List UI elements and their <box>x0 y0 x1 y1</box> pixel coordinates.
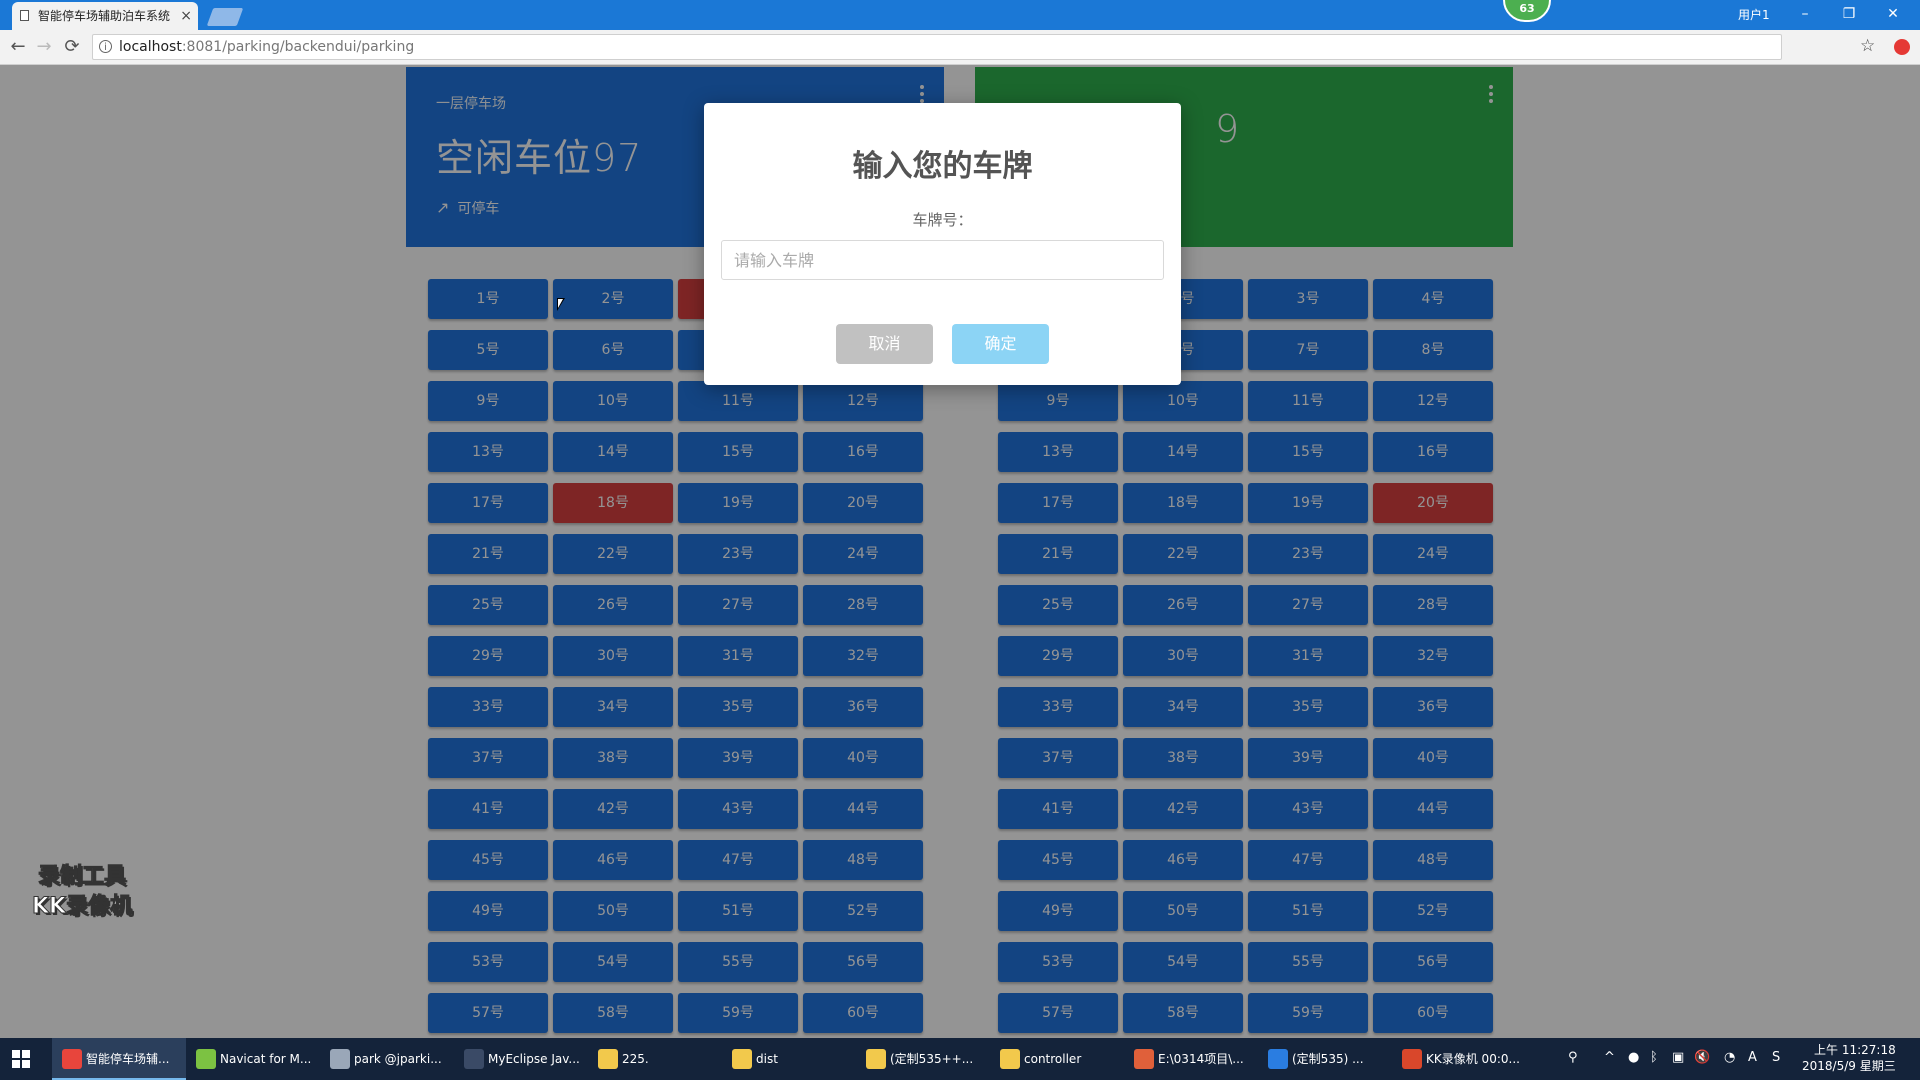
taskbar-item[interactable]: park @jparki... <box>320 1038 454 1080</box>
tray-monitor-icon[interactable]: ▣ <box>1672 1050 1684 1068</box>
plate-field-label: 车牌号： <box>912 211 973 229</box>
taskbar-item[interactable]: dist <box>722 1038 856 1080</box>
taskbar-item[interactable]: E:\0314项目\... <box>1124 1038 1258 1080</box>
taskbar-item[interactable]: (定制535) ... <box>1258 1038 1392 1080</box>
taskbar-app-icon <box>1134 1049 1154 1069</box>
sogou-icon[interactable]: S <box>1772 1050 1780 1068</box>
plate-input-dialog: 输入您的车牌 车牌号： 取消 确定 <box>704 103 1181 385</box>
page-icon <box>20 10 29 21</box>
confirm-button[interactable]: 确定 <box>952 324 1050 364</box>
watermark-line2: KK录像机 <box>31 894 133 920</box>
taskbar-app-icon <box>1268 1049 1288 1069</box>
taskbar-app-icon <box>330 1049 350 1069</box>
restore-button[interactable]: ❐ <box>1829 2 1869 26</box>
taskbar-app-icon <box>464 1049 484 1069</box>
taskbar-item[interactable]: 智能停车场辅... <box>52 1038 186 1080</box>
taskbar-item-label: Navicat for M... <box>220 1052 312 1066</box>
bookmark-star-icon[interactable]: ☆ <box>1860 36 1875 56</box>
taskbar-item[interactable]: MyEclipse Jav... <box>454 1038 588 1080</box>
new-tab-button[interactable] <box>206 8 244 26</box>
taskbar-app-icon <box>1000 1049 1020 1069</box>
taskbar-item-label: (定制535) ... <box>1292 1052 1364 1066</box>
windows-start-icon[interactable] <box>12 1050 30 1068</box>
taskbar-app-icon <box>62 1049 82 1069</box>
back-arrow-icon[interactable]: ← <box>6 35 30 59</box>
minimize-button[interactable]: – <box>1785 2 1825 26</box>
url-path: :8081/parking/backendui/parking <box>181 39 415 55</box>
taskbar-app-icon <box>598 1049 618 1069</box>
profile-user-label[interactable]: 用户1 <box>1738 6 1770 23</box>
recorder-watermark: 录制工具 KK录像机 <box>31 862 133 922</box>
address-bar-row: ← → ⟳ i localhost:8081/parking/backendui… <box>0 30 1920 65</box>
notification-badge: 63 <box>1503 0 1551 22</box>
tab-title: 智能停车场辅助泊车系统 <box>38 9 171 23</box>
tray-app-icon[interactable]: ● <box>1628 1050 1639 1068</box>
taskbar-item-label: MyEclipse Jav... <box>488 1052 580 1066</box>
volume-mute-icon[interactable]: 🔇 <box>1694 1050 1710 1068</box>
dialog-title: 输入您的车牌 <box>852 149 1033 184</box>
people-icon[interactable]: ⚲ <box>1568 1050 1578 1068</box>
watermark-line1: 录制工具 <box>38 864 127 890</box>
taskbar-item-label: KK录像机 00:0... <box>1426 1052 1520 1066</box>
taskbar-item-label: 智能停车场辅... <box>86 1052 170 1066</box>
input-method-icon[interactable]: A <box>1748 1050 1757 1068</box>
bluetooth-icon[interactable]: ᛒ <box>1650 1050 1658 1068</box>
browser-tab-bar: 智能停车场辅助泊车系统 × 63 用户1 – ❐ ✕ <box>0 0 1920 30</box>
taskbar-app-icon <box>732 1049 752 1069</box>
wifi-icon[interactable]: ◔ <box>1724 1050 1735 1068</box>
taskbar-item[interactable]: 225. <box>588 1038 722 1080</box>
taskbar-item-label: dist <box>756 1052 778 1066</box>
reload-icon[interactable]: ⟳ <box>60 35 84 59</box>
taskbar-item[interactable]: controller <box>990 1038 1124 1080</box>
taskbar-item-label: E:\0314项目\... <box>1158 1052 1244 1066</box>
taskbar-item-label: park @jparki... <box>354 1052 442 1066</box>
tab-close-icon[interactable]: × <box>180 2 192 30</box>
taskbar-item[interactable]: Navicat for M... <box>186 1038 320 1080</box>
extension-icon[interactable] <box>1894 39 1910 55</box>
info-icon[interactable]: i <box>99 40 112 53</box>
clock-time: 上午 11:27:18 <box>1814 1043 1896 1057</box>
clock-date: 2018/5/9 星期三 <box>1802 1059 1896 1073</box>
url-host: localhost <box>119 39 182 55</box>
plate-input[interactable] <box>721 240 1164 280</box>
windows-taskbar: 智能停车场辅... Navicat for M... park @jparki...… <box>0 1038 1920 1080</box>
url-input[interactable]: i localhost:8081/parking/backendui/parki… <box>92 34 1782 60</box>
browser-tab[interactable]: 智能停车场辅助泊车系统 × <box>12 2 198 30</box>
close-window-button[interactable]: ✕ <box>1873 2 1913 26</box>
cancel-button[interactable]: 取消 <box>835 324 933 364</box>
taskbar-item[interactable]: KK录像机 00:0... <box>1392 1038 1526 1080</box>
taskbar-item-label: 225. <box>622 1052 649 1066</box>
taskbar-app-icon <box>196 1049 216 1069</box>
mouse-cursor-icon <box>557 298 565 311</box>
taskbar-app-icon <box>1402 1049 1422 1069</box>
taskbar-app-icon <box>866 1049 886 1069</box>
taskbar-item-label: controller <box>1024 1052 1082 1066</box>
taskbar-item-label: (定制535++... <box>890 1052 974 1066</box>
taskbar-item[interactable]: (定制535++... <box>856 1038 990 1080</box>
taskbar-clock[interactable]: 上午 11:27:18 2018/5/9 星期三 <box>1802 1042 1896 1074</box>
forward-arrow-icon[interactable]: → <box>32 35 56 59</box>
tray-expand-icon[interactable]: ^ <box>1604 1050 1615 1068</box>
